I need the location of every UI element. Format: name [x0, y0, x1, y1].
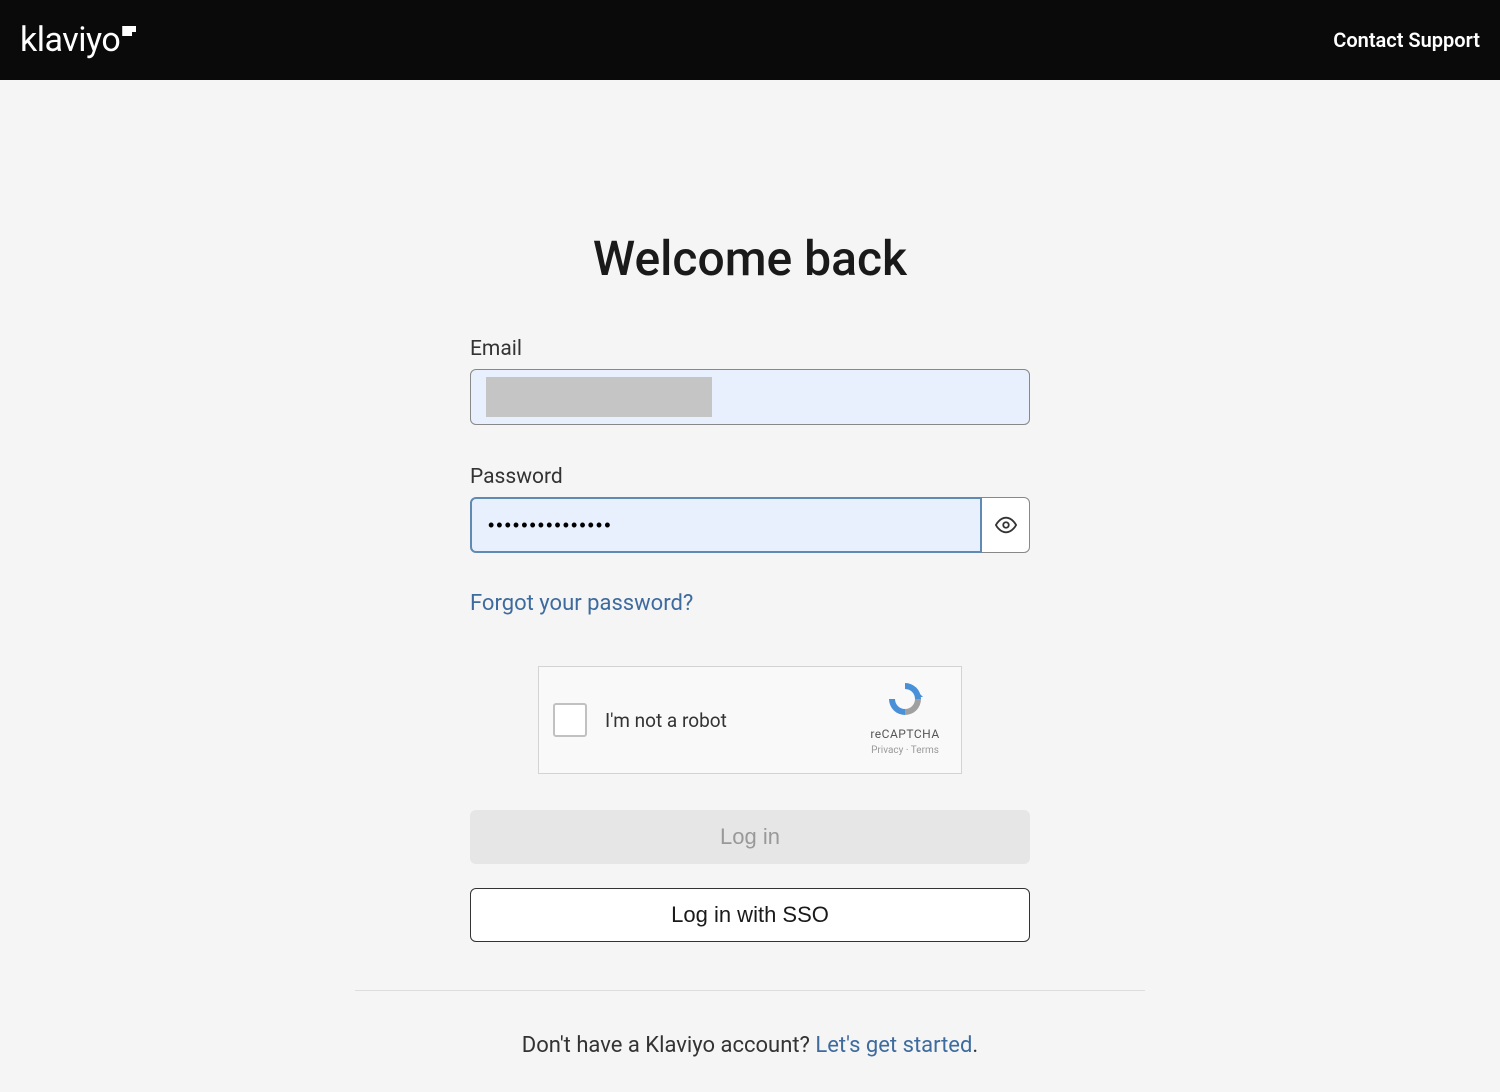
toggle-password-visibility-button[interactable] — [982, 497, 1030, 553]
password-label: Password — [470, 465, 1030, 489]
email-field-wrapper — [470, 369, 1030, 425]
recaptcha-icon — [885, 679, 925, 719]
logo-flag-icon — [122, 26, 136, 36]
klaviyo-logo[interactable]: klaviyo — [20, 20, 136, 60]
signup-prompt-text: Don't have a Klaviyo account? — [522, 1033, 816, 1058]
divider — [355, 990, 1145, 991]
eye-icon — [995, 514, 1017, 536]
page-title: Welcome back — [593, 230, 907, 287]
email-redaction-overlay — [486, 377, 712, 417]
forgot-password-link[interactable]: Forgot your password? — [470, 591, 693, 616]
recaptcha-privacy-terms[interactable]: Privacy · Terms — [863, 745, 947, 756]
login-button[interactable]: Log in — [470, 810, 1030, 864]
signup-suffix: . — [972, 1033, 978, 1058]
password-input[interactable] — [470, 497, 982, 553]
recaptcha-container: I'm not a robot reCAPTCHA Privacy · Term… — [470, 666, 1030, 774]
recaptcha-widget: I'm not a robot reCAPTCHA Privacy · Term… — [538, 666, 962, 774]
recaptcha-checkbox[interactable] — [553, 703, 587, 737]
main-content: Welcome back Email Password Forgot your … — [0, 80, 1500, 1058]
signup-link[interactable]: Let's get started — [815, 1033, 972, 1058]
sso-login-button[interactable]: Log in with SSO — [470, 888, 1030, 942]
password-field-wrapper — [470, 497, 1030, 553]
logo-text: klaviyo — [20, 20, 120, 60]
email-label: Email — [470, 337, 1030, 361]
contact-support-link[interactable]: Contact Support — [1333, 28, 1480, 52]
recaptcha-label: I'm not a robot — [605, 709, 727, 732]
recaptcha-branding: reCAPTCHA Privacy · Terms — [863, 679, 947, 756]
recaptcha-brand-text: reCAPTCHA — [863, 727, 947, 741]
login-form: Email Password Forgot your password? I'm… — [470, 337, 1030, 942]
header: klaviyo Contact Support — [0, 0, 1500, 80]
signup-prompt: Don't have a Klaviyo account? Let's get … — [522, 1033, 978, 1058]
